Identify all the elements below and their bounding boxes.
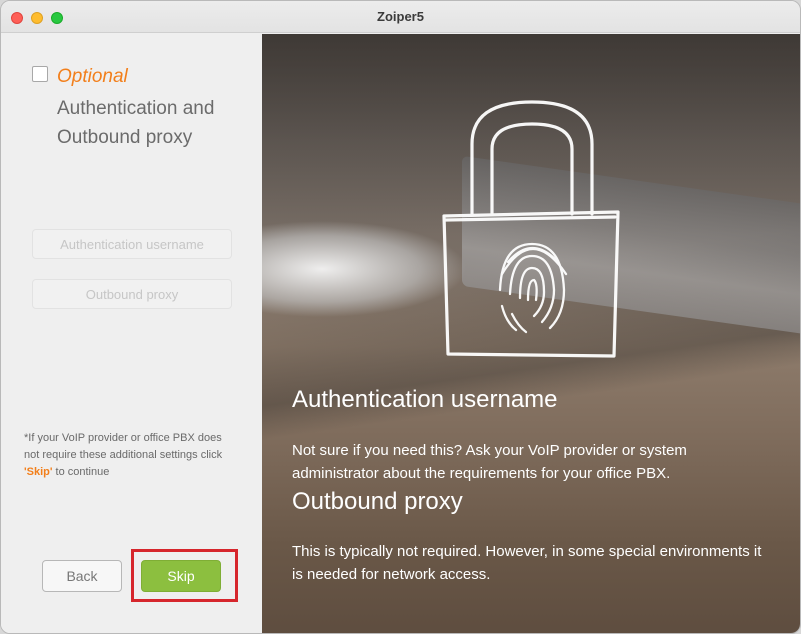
step-title: Authentication and Outbound proxy — [57, 98, 215, 148]
skip-note-prefix: *If your VoIP provider or office PBX doe… — [24, 432, 223, 461]
skip-note: *If your VoIP provider or office PBX doe… — [24, 430, 234, 481]
skip-note-suffix: to continue — [52, 466, 110, 478]
info-panel: Authentication username Not sure if you … — [262, 34, 800, 633]
auth-info-heading: Authentication username — [292, 386, 558, 413]
auth-info-text: Not sure if you need this? Ask your VoIP… — [292, 442, 687, 482]
outbound-proxy-input[interactable] — [32, 279, 232, 309]
fingerprint-lock-icon — [442, 100, 620, 358]
skip-note-keyword: 'Skip' — [24, 466, 53, 478]
skip-button[interactable]: Skip — [141, 560, 221, 592]
proxy-info-text: This is typically not required. However,… — [292, 543, 762, 583]
optional-checkbox[interactable] — [32, 66, 48, 82]
proxy-info-heading: Outbound proxy — [292, 488, 463, 515]
back-button[interactable]: Back — [42, 560, 122, 592]
optional-label: Optional — [57, 66, 128, 87]
title-bar: Zoiper5 — [1, 1, 800, 33]
app-window: Zoiper5 Optional Authentication and Outb… — [0, 0, 801, 634]
window-title: Zoiper5 — [377, 9, 424, 24]
authentication-username-input[interactable] — [32, 229, 232, 259]
wizard-form-panel: Optional Authentication and Outbound pro… — [1, 34, 262, 633]
